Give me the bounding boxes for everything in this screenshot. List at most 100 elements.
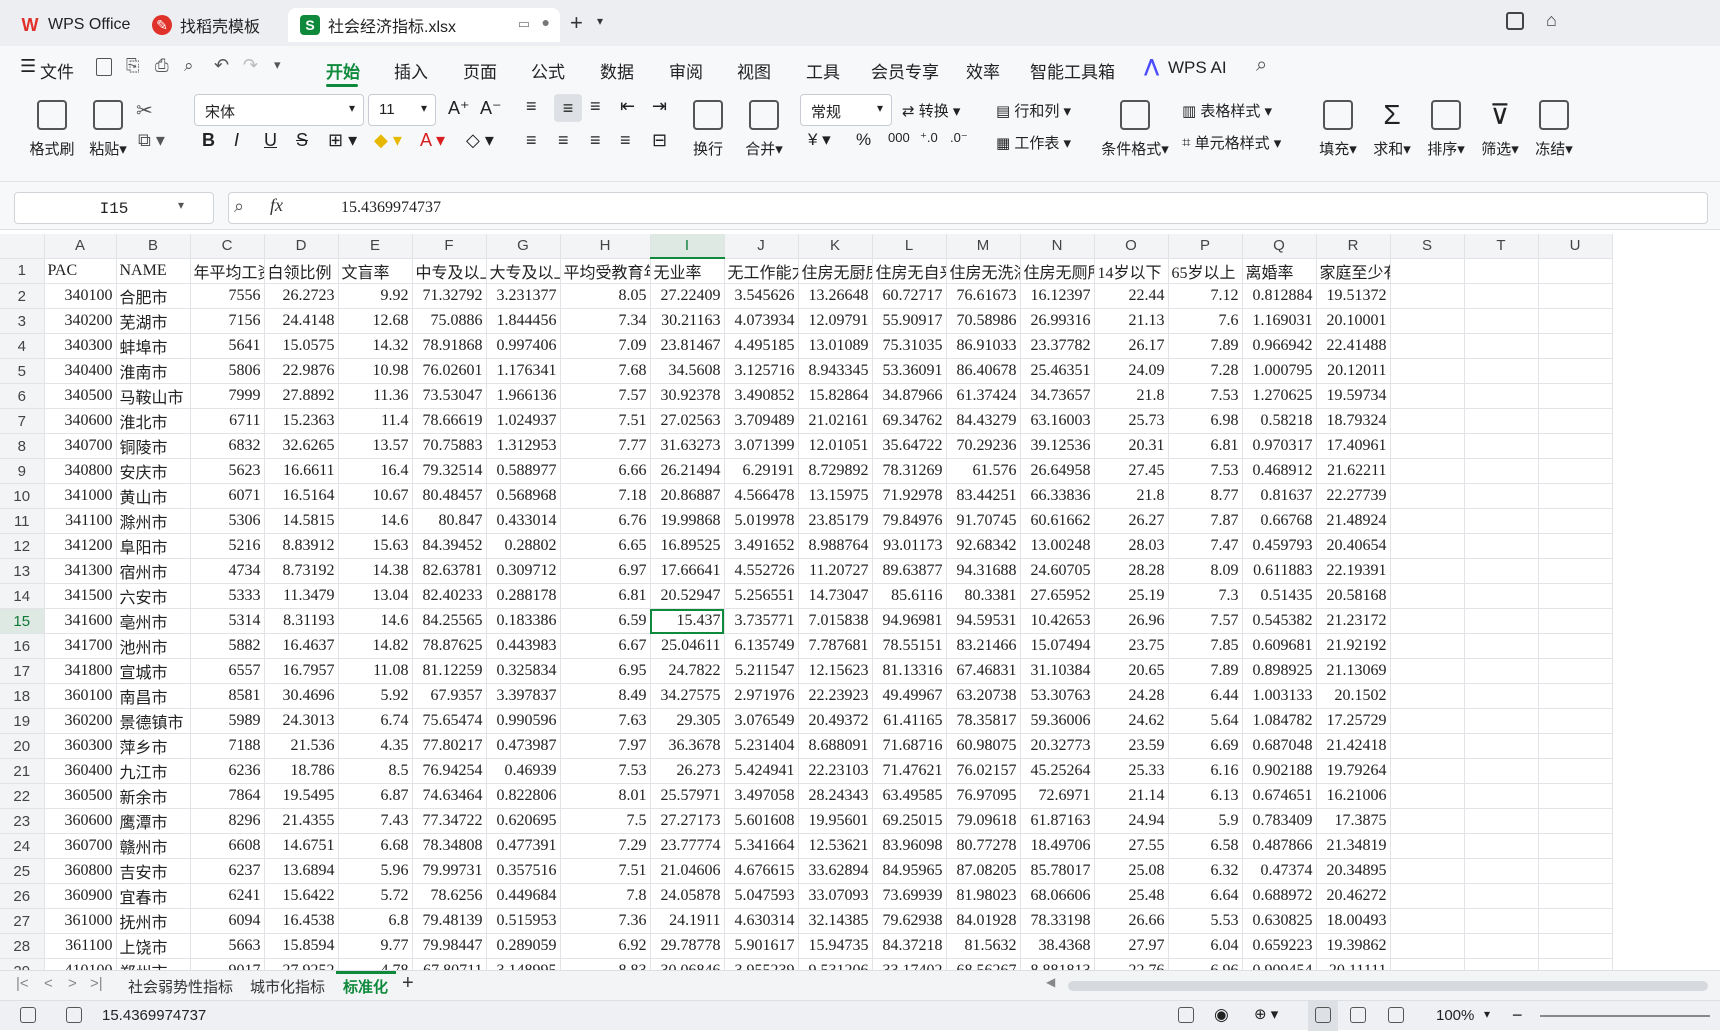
cell[interactable]: 340400 (44, 358, 117, 384)
cell[interactable]: 5641 (190, 333, 265, 359)
cell[interactable] (1538, 858, 1613, 884)
cell[interactable]: 15.94735 (798, 933, 873, 959)
cell[interactable]: 5.601608 (724, 808, 799, 834)
cell[interactable]: 6.04 (1168, 933, 1243, 959)
cell[interactable]: 78.34808 (412, 833, 487, 859)
cell[interactable]: 11.08 (338, 658, 413, 684)
cell[interactable]: 23.59 (1094, 733, 1169, 759)
cell-style-button[interactable]: ⌗ 单元格样式 ▾ (1182, 132, 1281, 153)
cell[interactable]: 铜陵市 (116, 433, 191, 459)
cell[interactable]: 6241 (190, 883, 265, 909)
cell[interactable]: 15.2363 (264, 408, 339, 434)
redo-icon[interactable]: ↷ (243, 55, 258, 76)
increase-font-icon[interactable]: A⁺ (448, 98, 470, 119)
cell[interactable]: 27.55 (1094, 833, 1169, 859)
hamburger-icon[interactable]: ☰ (20, 56, 36, 77)
row-header[interactable]: 22 (0, 783, 45, 809)
cell[interactable]: 76.61673 (946, 283, 1021, 309)
cell[interactable]: PAC (44, 258, 117, 284)
cell[interactable]: 20.40654 (1316, 533, 1391, 559)
cell[interactable]: 8.31193 (264, 608, 339, 634)
underline-icon[interactable]: U (264, 130, 277, 151)
cell[interactable]: 7.87 (1168, 508, 1243, 534)
cell[interactable]: 14.82 (338, 633, 413, 659)
row-header[interactable]: 21 (0, 758, 45, 784)
cell[interactable]: 23.77774 (650, 833, 725, 859)
cell[interactable]: 16.7957 (264, 658, 339, 684)
cell[interactable] (1390, 558, 1465, 584)
cell[interactable]: 25.57971 (650, 783, 725, 809)
column-header[interactable]: T (1464, 234, 1539, 259)
cell[interactable]: 1.024937 (486, 408, 561, 434)
cell[interactable]: 马鞍山市 (116, 383, 191, 409)
cell[interactable]: 15.07494 (1020, 633, 1095, 659)
cell[interactable]: 13.01089 (798, 333, 873, 359)
cell[interactable]: 94.59531 (946, 608, 1021, 634)
active-cell[interactable]: 15.437 (650, 608, 725, 634)
cell[interactable]: 13.6894 (264, 858, 339, 884)
cell[interactable]: 73.69939 (872, 883, 947, 909)
cell[interactable] (1390, 283, 1465, 309)
cell[interactable]: 6.59 (560, 608, 651, 634)
indent-decrease-icon[interactable]: ⇤ (620, 96, 635, 117)
cell[interactable]: 5306 (190, 508, 265, 534)
cell[interactable]: 28.03 (1094, 533, 1169, 559)
cell[interactable]: 21.02161 (798, 408, 873, 434)
cell[interactable]: 81.98023 (946, 883, 1021, 909)
cell[interactable] (1464, 633, 1539, 659)
cell[interactable]: 27.9252 (264, 958, 339, 970)
cell[interactable]: 5.9 (1168, 808, 1243, 834)
cell[interactable]: 14.73047 (798, 583, 873, 609)
cell[interactable]: 11.4 (338, 408, 413, 434)
cell[interactable] (1390, 708, 1465, 734)
cell[interactable] (1390, 433, 1465, 459)
cell[interactable]: 6608 (190, 833, 265, 859)
cell[interactable]: 宜春市 (116, 883, 191, 909)
cell[interactable]: 19.51372 (1316, 283, 1391, 309)
align-bottom-icon[interactable]: ≡ (590, 96, 601, 117)
cell[interactable] (1464, 933, 1539, 959)
cell[interactable]: 6094 (190, 908, 265, 934)
cell[interactable] (1538, 883, 1613, 909)
fx-icon[interactable]: fx (270, 195, 283, 216)
cell[interactable]: 5.231404 (724, 733, 799, 759)
cell[interactable]: 15.8594 (264, 933, 339, 959)
cell[interactable]: 81.12259 (412, 658, 487, 684)
cell[interactable]: 34.5608 (650, 358, 725, 384)
cell[interactable]: 1.169031 (1242, 308, 1317, 334)
cell[interactable]: 6.32 (1168, 858, 1243, 884)
cell[interactable]: 7999 (190, 383, 265, 409)
cell[interactable]: 25.04611 (650, 633, 725, 659)
cell[interactable] (1390, 358, 1465, 384)
cell[interactable]: 11.20727 (798, 558, 873, 584)
last-sheet-icon[interactable]: >| (90, 975, 103, 992)
cell[interactable]: 76.97095 (946, 783, 1021, 809)
cell[interactable]: 75.0886 (412, 308, 487, 334)
print-preview-icon[interactable]: ⌕ (184, 56, 194, 76)
cell[interactable]: 84.37218 (872, 933, 947, 959)
cell[interactable]: 76.02601 (412, 358, 487, 384)
cell[interactable]: 73.53047 (412, 383, 487, 409)
cell[interactable]: 19.59734 (1316, 383, 1391, 409)
cell[interactable]: 55.90917 (872, 308, 947, 334)
cell[interactable]: 26.64958 (1020, 458, 1095, 484)
cell[interactable]: 83.21466 (946, 633, 1021, 659)
cell[interactable]: 69.34762 (872, 408, 947, 434)
column-header[interactable]: U (1538, 234, 1613, 259)
cell[interactable] (1390, 308, 1465, 334)
cell[interactable]: 19.5495 (264, 783, 339, 809)
cell[interactable]: 27.97 (1094, 933, 1169, 959)
cell[interactable]: 6.81 (560, 583, 651, 609)
cell[interactable]: 76.02157 (946, 758, 1021, 784)
cell[interactable]: 3.545626 (724, 283, 799, 309)
cell[interactable]: 70.75883 (412, 433, 487, 459)
cell[interactable]: 25.33 (1094, 758, 1169, 784)
cell[interactable] (1538, 958, 1613, 970)
cell[interactable]: 85.78017 (1020, 858, 1095, 884)
cell[interactable]: 8.5 (338, 758, 413, 784)
tab-docer[interactable]: ✎ 找稻壳模板 (140, 8, 284, 42)
cell[interactable]: 78.55151 (872, 633, 947, 659)
cell[interactable]: 4.073934 (724, 308, 799, 334)
gift-icon[interactable]: ⌂ (1546, 10, 1557, 31)
cell[interactable]: 49.49967 (872, 683, 947, 709)
